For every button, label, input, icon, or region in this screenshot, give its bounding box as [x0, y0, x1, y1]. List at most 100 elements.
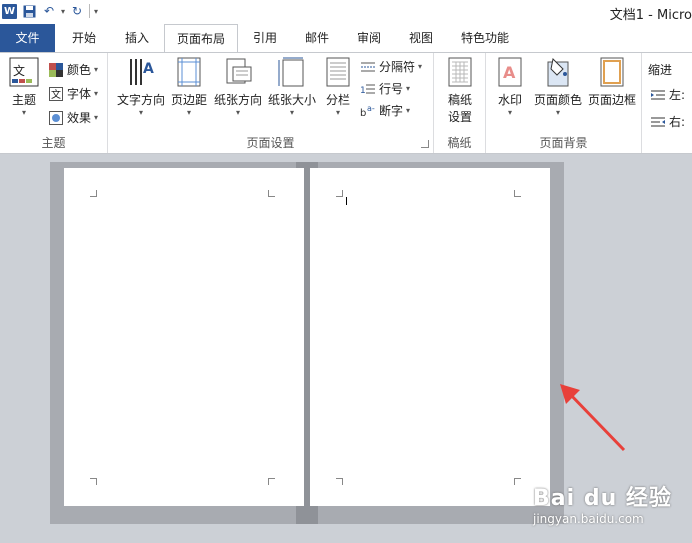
size-label: 纸张大小 [267, 93, 316, 107]
svg-text:a-: a- [367, 104, 375, 113]
columns-label: 分栏 [325, 93, 350, 107]
orientation-icon [223, 57, 253, 87]
crop-mark-top-left [336, 190, 343, 197]
text-cursor [346, 197, 347, 205]
columns-button[interactable]: 分栏 ▾ [320, 57, 356, 118]
crop-mark-bottom-left [90, 478, 97, 485]
group-page-background: A 水印 ▾ 页面颜色 ▾ 页面边框 页面背景 [486, 53, 642, 153]
tab-mailings[interactable]: 邮件 [292, 24, 342, 52]
columns-icon [323, 57, 353, 87]
size-button[interactable]: 纸张大小 ▾ [266, 57, 318, 118]
theme-colors-label: 颜色 [67, 63, 92, 77]
themes-button[interactable]: 文 主题 ▾ [6, 57, 42, 118]
hyphenation-dropdown-icon: ▾ [406, 106, 411, 115]
save-icon[interactable] [21, 3, 37, 19]
tab-view[interactable]: 视图 [396, 24, 446, 52]
orientation-label: 纸张方向 [213, 93, 262, 107]
page-2[interactable] [310, 168, 550, 506]
themes-icon: 文 [9, 57, 39, 87]
watermark-brand: Bai du 经验 [533, 486, 672, 511]
theme-colors-button[interactable]: 颜色 ▾ [48, 61, 98, 78]
watermark-label: 水印 [497, 93, 522, 107]
undo-icon[interactable]: ↶ [41, 3, 57, 19]
page-setup-launcher-icon[interactable] [421, 140, 429, 148]
group-manuscript: 稿纸 设置 稿纸 [434, 53, 486, 153]
themes-label: 主题 [11, 93, 36, 107]
theme-fonts-icon: 文 [48, 86, 64, 102]
theme-effects-icon [48, 110, 64, 126]
crop-mark-bottom-right [514, 478, 521, 485]
orientation-dropdown-icon: ▾ [235, 108, 240, 117]
watermark-icon: A [495, 57, 525, 87]
margins-dropdown-icon: ▾ [186, 108, 191, 117]
page-color-dropdown-icon: ▾ [555, 108, 560, 117]
ribbon-tabs: 文件 开始 插入 页面布局 引用 邮件 审阅 视图 特色功能 [0, 24, 692, 53]
page-color-icon [543, 57, 573, 87]
crop-mark-bottom-right [268, 478, 275, 485]
page-1[interactable] [64, 168, 304, 506]
group-page-background-label: 页面背景 [539, 136, 588, 150]
tab-insert[interactable]: 插入 [112, 24, 162, 52]
group-page-setup: A 文字方向 ▾ 页边距 ▾ 纸张方向 ▾ 纸张大小 ▾ 分栏 ▾ 分隔符▾ [108, 53, 434, 153]
indent-left-label: 左: [669, 88, 686, 102]
tab-special-features[interactable]: 特色功能 [450, 24, 520, 52]
theme-colors-icon [48, 62, 64, 78]
svg-text:文: 文 [51, 88, 61, 101]
theme-effects-dropdown-icon: ▾ [94, 113, 99, 122]
margins-label: 页边距 [170, 93, 207, 107]
text-direction-button[interactable]: A 文字方向 ▾ [116, 57, 166, 118]
annotation-arrow [560, 384, 626, 452]
page-borders-label: 页面边框 [587, 93, 636, 107]
text-direction-dropdown-icon: ▾ [138, 108, 143, 117]
hyphenation-button[interactable]: b a- 断字 ▾ [360, 102, 410, 119]
theme-fonts-button[interactable]: 文 字体 ▾ [48, 85, 98, 102]
theme-fonts-label: 字体 [67, 87, 92, 101]
manuscript-icon [445, 57, 475, 87]
ribbon: 文 主题 ▾ 颜色 ▾ 文 字体 ▾ 效果 ▾ 主题 A 文字方向 ▾ 页边距 ▾ [0, 52, 692, 154]
page-color-button[interactable]: 页面颜色 ▾ [532, 57, 584, 118]
line-numbers-button[interactable]: 1 行号 ▾ [360, 80, 410, 97]
crop-mark-top-left [90, 190, 97, 197]
svg-text:A: A [503, 63, 516, 82]
redo-icon[interactable]: ↻ [69, 3, 85, 19]
group-paragraph: 缩进 左: 右: [642, 53, 692, 153]
orientation-button[interactable]: 纸张方向 ▾ [212, 57, 264, 118]
svg-text:1: 1 [360, 86, 366, 96]
window-title: 文档1 - Micro [609, 8, 692, 23]
undo-dropdown-icon[interactable]: ▾ [61, 7, 65, 16]
breaks-button[interactable]: 分隔符 ▾ [360, 58, 422, 75]
manuscript-label-1: 稿纸 [447, 93, 472, 107]
crop-mark-top-right [514, 190, 521, 197]
breaks-dropdown-icon: ▾ [418, 62, 423, 71]
page-borders-button[interactable]: 页面边框 [586, 57, 638, 108]
breaks-label: 分隔符 [379, 60, 416, 74]
watermark-dropdown-icon: ▾ [507, 108, 512, 117]
indent-left[interactable]: 左: [650, 86, 685, 103]
indent-right[interactable]: 右: [650, 113, 685, 130]
paper-size-icon [277, 57, 307, 87]
tab-page-layout[interactable]: 页面布局 [164, 24, 238, 53]
baidu-watermark: Bai du 经验 jingyan.baidu.com [533, 480, 672, 526]
margins-icon [174, 57, 204, 87]
text-direction-label: 文字方向 [116, 93, 165, 107]
watermark-url: jingyan.baidu.com [533, 512, 644, 526]
margins-button[interactable]: 页边距 ▾ [168, 57, 210, 118]
tab-review[interactable]: 审阅 [344, 24, 394, 52]
customize-qat-icon[interactable]: ▾ [94, 7, 98, 16]
svg-text:文: 文 [13, 63, 25, 78]
indent-right-label: 右: [669, 115, 686, 129]
hyphenation-label: 断字 [379, 104, 404, 118]
tab-file[interactable]: 文件 [0, 24, 55, 52]
theme-colors-dropdown-icon: ▾ [94, 65, 99, 74]
watermark-button[interactable]: A 水印 ▾ [492, 57, 528, 118]
text-direction-icon: A [126, 57, 156, 87]
tab-references[interactable]: 引用 [240, 24, 290, 52]
word-logo-icon[interactable]: W [2, 3, 17, 19]
svg-text:b: b [360, 108, 366, 118]
manuscript-label-2: 设置 [447, 110, 472, 124]
tab-home[interactable]: 开始 [58, 24, 110, 52]
quick-access-toolbar: W ↶ ▾ ↻ ▾ [2, 3, 98, 19]
manuscript-settings-button[interactable]: 稿纸 设置 [440, 57, 480, 125]
themes-dropdown-icon: ▾ [21, 108, 26, 117]
theme-effects-button[interactable]: 效果 ▾ [48, 109, 98, 126]
